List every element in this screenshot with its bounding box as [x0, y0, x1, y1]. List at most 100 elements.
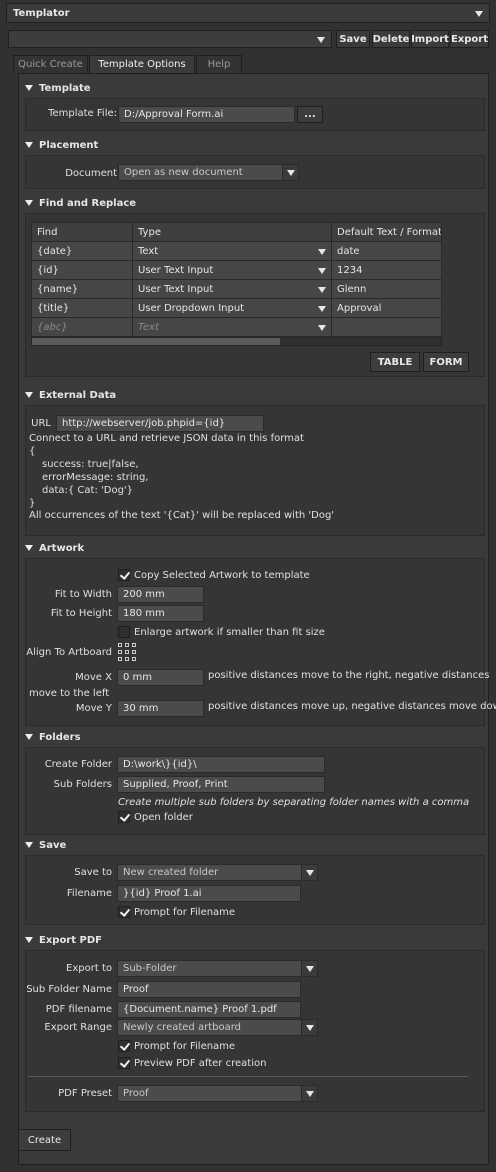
chevron-down-icon[interactable] [318, 268, 326, 274]
create-button[interactable]: Create [18, 1129, 71, 1151]
tab-template-options[interactable]: Template Options [89, 55, 195, 73]
collapse-icon [25, 392, 33, 398]
table-cell-find[interactable]: {title} [31, 298, 133, 318]
json-help-line: errorMessage: string, [42, 472, 149, 483]
chevron-down-icon[interactable] [318, 249, 326, 255]
section-export-pdf[interactable]: Export PDF [23, 932, 487, 948]
move-x-label: Move X [75, 672, 112, 683]
section-find-replace[interactable]: Find and Replace [23, 195, 487, 211]
sub-folders-label: Sub Folders [53, 779, 112, 790]
section-placement[interactable]: Placement [23, 137, 487, 153]
table-view-button[interactable]: TABLE [370, 352, 420, 372]
pdf-preset-select[interactable]: Proof [117, 1085, 318, 1102]
chevron-down-icon[interactable] [318, 325, 326, 331]
move-y-input[interactable]: 30 mm [117, 700, 204, 717]
open-folder-label: Open folder [134, 812, 193, 823]
save-to-select[interactable]: New created folder [117, 864, 318, 881]
form-view-button[interactable]: FORM [423, 352, 469, 372]
collapse-icon [25, 142, 33, 148]
table-cell-find[interactable]: {name} [31, 279, 133, 299]
pdf-preset-value: Proof [123, 1088, 149, 1099]
move-y-label: Move Y [75, 703, 112, 714]
save-to-value: New created folder [123, 867, 219, 878]
table-cell-default[interactable]: date [331, 241, 442, 261]
export-pdf-box: Export to Sub-Folder Sub Folder Name Pro… [25, 950, 485, 1112]
document-select[interactable]: Open as new document [118, 164, 299, 181]
chevron-down-icon [317, 37, 325, 43]
table-cell-default[interactable]: Approval [331, 298, 442, 318]
panel-menu-icon[interactable] [475, 11, 483, 17]
table-cell-find[interactable]: {id} [31, 260, 133, 280]
create-folder-input[interactable]: D:\work\}{id}\ [117, 756, 325, 773]
section-folders[interactable]: Folders [23, 729, 487, 745]
export-to-select[interactable]: Sub-Folder [117, 960, 318, 977]
template-file-input[interactable]: D:/Approval Form.ai [118, 106, 295, 123]
section-title: Export PDF [39, 934, 102, 946]
chevron-down-icon [301, 1086, 317, 1101]
preset-dropdown[interactable] [8, 30, 332, 48]
table-cell-type[interactable]: User Text Input [132, 279, 332, 299]
section-title: Save [39, 839, 67, 851]
delete-button[interactable]: Delete [372, 30, 410, 48]
sub-folder-name-input[interactable]: Proof [117, 981, 301, 998]
copy-artwork-checkbox[interactable] [118, 569, 130, 581]
fit-height-input[interactable]: 180 mm [117, 605, 204, 622]
url-label: URL [31, 418, 51, 429]
collapse-icon [25, 734, 33, 740]
enlarge-checkbox[interactable] [118, 626, 130, 638]
table-cell-find[interactable]: {abc} [31, 317, 133, 337]
section-template[interactable]: Template [23, 80, 487, 96]
import-button[interactable]: Import [411, 30, 449, 48]
sub-folders-input[interactable]: Supplied, Proof, Print [117, 776, 325, 793]
section-artwork[interactable]: Artwork [23, 540, 487, 556]
pdf-filename-input[interactable]: {Document.name} Proof 1.pdf [117, 1001, 301, 1018]
section-save[interactable]: Save [23, 837, 487, 853]
tab-quick-create[interactable]: Quick Create [13, 55, 88, 73]
template-options-panel: Template Template File: D:/Approval Form… [18, 73, 496, 1165]
move-x-hint: positive distances move to the right, ne… [208, 670, 490, 681]
collapse-icon [25, 937, 33, 943]
save-box: Save to New created folder Filename }{id… [25, 855, 485, 925]
filename-label: Filename [66, 888, 112, 899]
folders-box: Create Folder D:\work\}{id}\ Sub Folders… [25, 747, 485, 835]
prompt-filename-checkbox[interactable] [118, 906, 130, 918]
scrollbar-thumb[interactable] [32, 338, 280, 345]
collapse-icon [25, 200, 33, 206]
table-cell-type[interactable]: Text [132, 317, 332, 337]
pdf-prompt-label: Prompt for Filename [134, 1041, 236, 1052]
preview-pdf-checkbox[interactable] [118, 1057, 130, 1069]
table-cell-default[interactable]: Glenn [331, 279, 442, 299]
url-input[interactable]: http://webserver/job.phpid={id} [56, 415, 264, 432]
filename-input[interactable]: }{id} Proof 1.ai [117, 885, 301, 902]
fit-width-input[interactable]: 200 mm [117, 586, 204, 603]
template-box: Template File: D:/Approval Form.ai ... [25, 98, 485, 131]
json-help-line: { [29, 446, 36, 457]
chevron-down-icon[interactable] [318, 306, 326, 312]
move-x-input[interactable]: 0 mm [117, 669, 204, 686]
table-cell-default[interactable] [331, 317, 442, 337]
horizontal-scrollbar[interactable] [31, 337, 442, 346]
table-cell-type[interactable]: User Dropdown Input [132, 298, 332, 318]
export-range-select[interactable]: Newly created artboard [117, 1019, 318, 1036]
align-grid-icon[interactable] [118, 643, 136, 661]
find-replace-box: Find Type Default Text / Format {date} T… [25, 213, 485, 377]
divider [28, 1076, 468, 1077]
table-cell-find[interactable]: {date} [31, 241, 133, 261]
export-to-label: Export to [66, 963, 112, 974]
tab-help[interactable]: Help [196, 55, 242, 73]
table-cell-default[interactable]: 1234 [331, 260, 442, 280]
external-data-box: URL http://webserver/job.phpid={id} Conn… [25, 405, 485, 536]
table-cell-type[interactable]: User Text Input [132, 260, 332, 280]
collapse-icon [25, 842, 33, 848]
save-button[interactable]: Save [336, 30, 370, 48]
section-external-data[interactable]: External Data [23, 387, 487, 403]
browse-button[interactable]: ... [297, 106, 323, 123]
table-cell-type[interactable]: Text [132, 241, 332, 261]
export-button[interactable]: Export [450, 30, 489, 48]
section-title: Template [39, 82, 91, 94]
sub-folders-hint: Create multiple sub folders by separatin… [118, 797, 470, 808]
pdf-prompt-checkbox[interactable] [118, 1040, 130, 1052]
chevron-down-icon[interactable] [318, 287, 326, 293]
chevron-down-icon [301, 865, 317, 880]
open-folder-checkbox[interactable] [118, 811, 130, 823]
